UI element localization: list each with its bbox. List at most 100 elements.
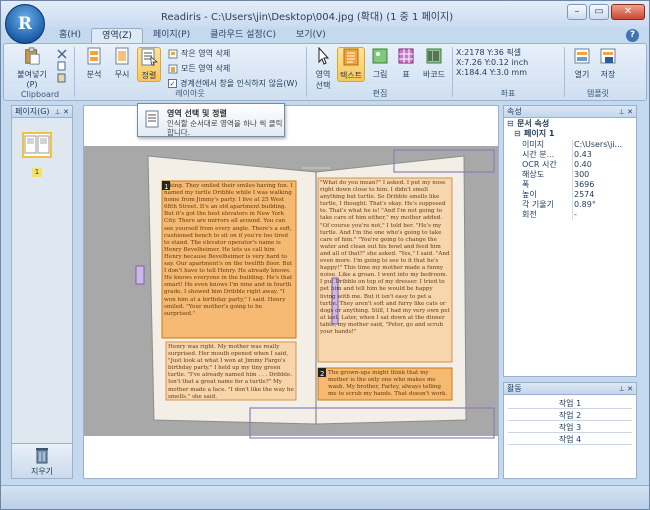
pages-panel-header: 페이지(G) ⊥ ✕ (12, 106, 72, 118)
maximize-button[interactable]: ▭ (589, 4, 609, 20)
window-title: Readiris - C:\Users\jin\Desktop\004.jpg … (161, 12, 454, 23)
text-zone-button[interactable]: 텍스트 (337, 47, 365, 82)
coords-group-label: 좌표 (500, 89, 516, 98)
image-zone-button[interactable]: 그림 (368, 47, 392, 80)
analyze-button[interactable]: 분석 (82, 47, 106, 80)
grid-line (572, 190, 573, 200)
sort-label: 정렬 (141, 71, 157, 80)
small-zones-icon (168, 49, 178, 58)
sort-tooltip-icon (145, 110, 159, 128)
text-zone-right-upper[interactable]: "What do you mean?" I asked. I put my no… (320, 180, 450, 360)
ignore-label: 무시 (114, 70, 130, 79)
tab-view[interactable]: 보기(V) (286, 28, 336, 43)
page-section[interactable]: ⊟ 페이지 1 (504, 129, 636, 139)
app-window: Readiris - C:\Users\jin\Desktop\004.jpg … (0, 0, 650, 510)
open-template-icon (574, 48, 590, 64)
property-row[interactable]: 해상도 300 (504, 170, 636, 180)
paste-button[interactable]: 붙여넣기(P) (14, 47, 50, 89)
text-zone-2[interactable]: The grown-ups might think that my mother… (328, 370, 450, 398)
pin-close-icons[interactable]: ⊥ ✕ (619, 106, 633, 118)
coords-inch: X:7.26 Y:0.12 inch (456, 58, 529, 67)
table-zone-button[interactable]: 표 (394, 47, 418, 80)
select-zone-button[interactable]: 영역 선택 (311, 46, 335, 91)
properties-title: 속성 (507, 107, 522, 116)
coordinates-readout: X:2178 Y:36 픽셀 X:7.26 Y:0.12 inch X:184.… (456, 48, 528, 78)
property-row[interactable]: OCR 시간 0.40 (504, 160, 636, 170)
coords-pixel: X:2178 Y:36 픽셀 (456, 48, 522, 57)
property-key: 폭 (522, 180, 530, 189)
tab-cloud-settings[interactable]: 클라우드 설정(C) (200, 28, 286, 43)
barcode-zone-button[interactable]: 바코드 (420, 47, 448, 80)
template-group-label: 템플릿 (586, 89, 610, 98)
property-value: 2574 (574, 190, 595, 199)
erase-button[interactable]: 지우기 (11, 443, 73, 479)
collapse-icon[interactable]: ⊟ (514, 129, 521, 139)
analyze-icon (87, 47, 101, 65)
activity-item[interactable]: 작업 4 (508, 434, 632, 445)
property-value: 300 (574, 170, 590, 179)
sort-tooltip: 영역 선택 및 정렬 인식할 순서대로 영역을 하나 씩 클릭합니다. (137, 103, 285, 137)
property-value: C:\Users\ji... (574, 140, 623, 149)
grid-line (572, 140, 573, 150)
separator (306, 47, 307, 97)
tab-page[interactable]: 페이지(P) (143, 28, 200, 43)
doc-properties-section[interactable]: ⊟ 문서 속성 (504, 119, 636, 129)
erase-label: 지우기 (30, 467, 54, 476)
property-row[interactable]: 시간 분... 0.43 (504, 150, 636, 160)
check-icon: ✓ (168, 79, 177, 88)
layout-group-label: 레이아웃 (175, 89, 205, 98)
document-view[interactable]: 1 2 taking. They smiled their smiles hav… (83, 105, 499, 479)
remove-all-zones-button[interactable]: 모든 영역 삭제 (168, 63, 230, 74)
page-number-badge: 1 (32, 168, 42, 177)
help-icon[interactable]: ? (626, 29, 639, 42)
all-zones-icon (168, 64, 178, 73)
text-zone-left-lower[interactable]: Henry was right. My mother was really su… (168, 344, 294, 398)
tooltip-body: 인식할 순서대로 영역을 하나 씩 클릭합니다. (167, 119, 283, 137)
minimize-button[interactable]: – (567, 4, 587, 20)
readiris-logo-icon: R (17, 14, 33, 34)
property-key: 회전 (522, 210, 537, 219)
page-thumbnail[interactable] (22, 132, 52, 158)
analyze-label: 분석 (86, 70, 102, 79)
pages-panel: 페이지(G) ⊥ ✕ 1 (11, 105, 73, 479)
separator (564, 47, 565, 97)
activity-item[interactable]: 작업 3 (508, 422, 632, 433)
activity-header: 활동 ⊥ ✕ (504, 383, 636, 395)
edit-group-label: 편집 (372, 89, 388, 98)
tab-home[interactable]: 홈(H) (45, 28, 91, 43)
template-open-button[interactable]: 열기 (570, 47, 594, 80)
collapse-icon[interactable]: ⊟ (507, 119, 514, 129)
cut-copy-icons[interactable] (56, 48, 68, 84)
pages-panel-title: 페이지(G) (15, 107, 50, 116)
property-value: 3696 (574, 180, 595, 189)
grid-line (572, 180, 573, 190)
tab-zone[interactable]: 영역(Z) (91, 28, 143, 43)
status-bar (1, 485, 649, 509)
text-zone-1[interactable]: taking. They smiled their smiles having … (164, 183, 294, 336)
sort-button[interactable]: 정렬 (137, 47, 161, 82)
separator (452, 47, 453, 97)
activity-item[interactable]: 작업 2 (508, 410, 632, 421)
app-menu-button[interactable]: R (5, 4, 45, 44)
property-row[interactable]: 폭 3696 (504, 180, 636, 190)
close-button[interactable]: ✕ (611, 4, 645, 20)
ignore-button[interactable]: 무시 (110, 47, 134, 80)
pin-close-icons[interactable]: ⊥ ✕ (55, 106, 69, 118)
image-zone-icon (372, 48, 388, 64)
property-key: 각 기울기 (522, 200, 554, 209)
grid-line (572, 150, 573, 160)
remove-small-zones-button[interactable]: 작은 영역 삭제 (168, 48, 230, 59)
ignore-icon (115, 47, 129, 65)
property-row[interactable]: 회전 - (504, 210, 636, 220)
pin-close-icons[interactable]: ⊥ ✕ (619, 383, 633, 395)
property-value: 0.40 (574, 160, 592, 169)
remove-small-zones-label: 작은 영역 삭제 (181, 49, 231, 58)
property-key: 시간 분... (522, 150, 555, 159)
activity-item[interactable]: 작업 1 (508, 398, 632, 409)
property-row[interactable]: 각 기울기 0.89° (504, 200, 636, 210)
property-row[interactable]: 이미지 C:\Users\ji... (504, 140, 636, 150)
template-save-button[interactable]: 저장 (596, 47, 620, 80)
separator (74, 47, 75, 97)
svg-text:2: 2 (320, 370, 324, 378)
property-row[interactable]: 높이 2574 (504, 190, 636, 200)
